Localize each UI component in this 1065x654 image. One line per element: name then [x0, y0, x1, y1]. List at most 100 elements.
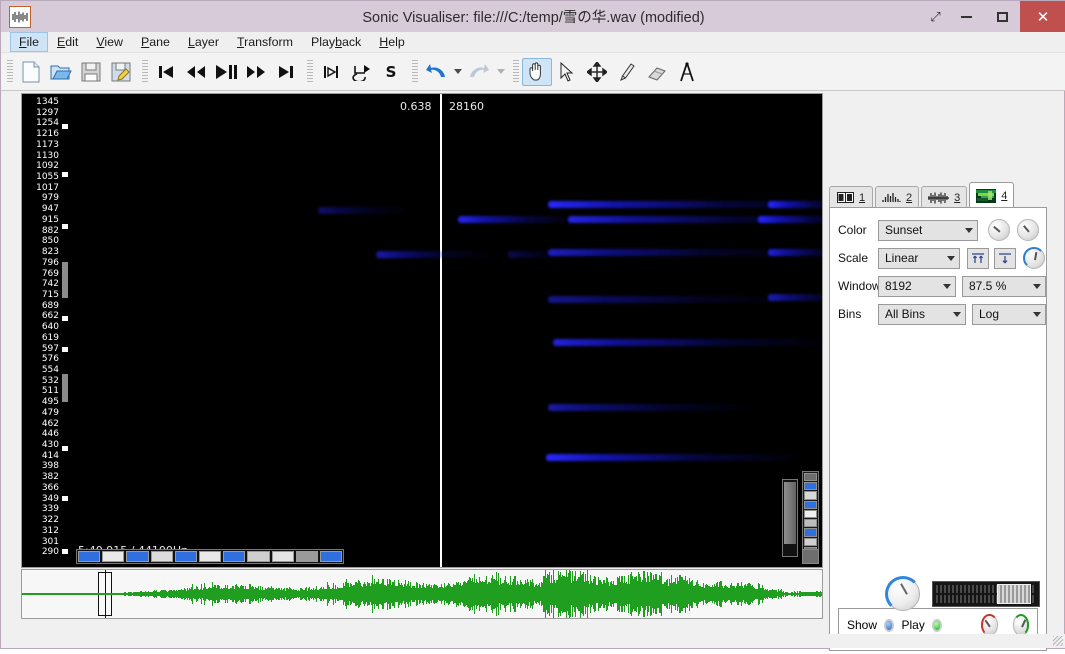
edit-move-tool-button[interactable] — [582, 58, 612, 86]
frequency-axis-label: 796 — [41, 257, 59, 268]
bins-select[interactable]: All Bins — [878, 303, 966, 325]
spectrogram-harmonic — [768, 294, 822, 301]
redo-icon — [470, 63, 489, 77]
frequency-axis-label: 290 — [41, 547, 59, 558]
frequency-axis-label: 312 — [41, 525, 59, 536]
play-toggle[interactable] — [931, 618, 943, 632]
property-row-bins: Bins All Bins Log — [830, 303, 1046, 325]
save-as-icon — [111, 62, 131, 81]
undo-history-dropdown[interactable] — [451, 58, 464, 86]
spectrogram-harmonic — [548, 296, 798, 303]
window-size-select[interactable]: 8192 — [878, 275, 956, 297]
window-overlap-select[interactable]: 87.5 % — [962, 275, 1046, 297]
tab-pane-1[interactable]: 1 — [829, 186, 873, 208]
tab-pane-3[interactable]: 3 — [921, 186, 968, 208]
toolbar-grip-tools[interactable] — [513, 59, 519, 84]
chevron-down-icon — [953, 311, 961, 317]
restore-window-button[interactable]: ⤢ — [922, 1, 948, 32]
select-tool-icon — [560, 61, 574, 82]
minimize-window-button[interactable] — [948, 1, 984, 32]
measure-tool-button[interactable] — [672, 58, 702, 86]
colour-scale-strip[interactable] — [802, 471, 819, 557]
main-area: 1345 1297 1254 1216 1173 1130 1092 1055 1017 979 9… — [1, 90, 1065, 651]
close-icon: ✕ — [1036, 8, 1050, 26]
frequency-scale-select[interactable]: Log — [972, 303, 1046, 325]
resize-grip[interactable] — [1053, 636, 1063, 646]
rewind-icon — [187, 65, 205, 78]
select-tool-button[interactable] — [552, 58, 582, 86]
menu-playback[interactable]: Playback — [302, 32, 370, 52]
spectrogram-harmonic — [768, 249, 822, 256]
rewind-to-start-icon — [159, 65, 173, 78]
undo-button[interactable] — [421, 58, 451, 86]
toolbar-grip-extras[interactable] — [307, 59, 313, 84]
menu-help[interactable]: Help — [370, 32, 414, 52]
rewind-to-start-button[interactable] — [151, 58, 181, 86]
menu-pane[interactable]: Pane — [132, 32, 179, 52]
solo-current-pane-button[interactable]: S — [376, 58, 406, 86]
forward-to-end-icon — [279, 65, 293, 78]
new-file-icon — [22, 61, 40, 82]
draw-tool-button[interactable] — [612, 58, 642, 86]
save-as-button[interactable] — [106, 58, 136, 86]
save-button[interactable] — [76, 58, 106, 86]
menu-file[interactable]: File — [10, 32, 48, 52]
tab-pane-2[interactable]: 2 — [875, 186, 920, 208]
scale-label: Scale — [838, 251, 869, 265]
jump-to-boundary-button[interactable] — [316, 58, 346, 86]
show-toggle[interactable] — [884, 618, 895, 632]
erase-tool-button[interactable] — [642, 58, 672, 86]
horizontal-zoom-slider[interactable] — [932, 581, 1040, 607]
fast-forward-button[interactable] — [241, 58, 271, 86]
overview-waveform[interactable] — [21, 569, 823, 619]
scale-select[interactable]: Linear — [878, 247, 960, 269]
frequency-axis-label: 495 — [41, 397, 59, 408]
toolbar-grip-history[interactable] — [412, 59, 418, 84]
toolbar-grip[interactable] — [7, 59, 13, 84]
menu-view[interactable]: View — [87, 32, 132, 52]
frequency-axis-label: 769 — [41, 268, 59, 279]
chevron-down-icon — [947, 255, 955, 261]
navigate-tool-button[interactable] — [522, 57, 552, 86]
menu-transform[interactable]: Transform — [228, 32, 302, 52]
threshold-knob[interactable] — [1017, 219, 1039, 241]
frequency-axis-label: 398 — [41, 461, 59, 472]
window-buttons: ⤢ ✕ — [922, 1, 1065, 32]
tab-pane-4[interactable]: 4 — [969, 182, 1015, 208]
horizontal-scrollbar[interactable] — [76, 549, 344, 564]
colour-rotation-knob[interactable] — [1023, 247, 1045, 269]
toolbar-grip-transport[interactable] — [142, 59, 148, 84]
frequency-axis: 1345 1297 1254 1216 1173 1130 1092 1055 1017 979 9… — [22, 94, 62, 567]
color-value: Sunset — [885, 223, 923, 237]
loop-playback-icon — [352, 64, 370, 81]
normalize-visible-area-button[interactable] — [994, 247, 1016, 269]
new-file-button[interactable] — [16, 58, 46, 86]
spectrogram-thumbnail-icon — [976, 188, 997, 203]
menu-edit[interactable]: Edit — [48, 32, 87, 52]
vertical-scrollbar[interactable] — [782, 479, 798, 557]
play-pause-button[interactable] — [211, 58, 241, 86]
spectrogram-pane[interactable]: 1345 1297 1254 1216 1173 1130 1092 1055 1017 979 9… — [21, 93, 823, 568]
jump-to-boundary-icon — [324, 65, 338, 78]
frequency-axis-label: 1130 — [36, 150, 59, 161]
zoom-knob[interactable] — [885, 576, 921, 612]
rewind-button[interactable] — [181, 58, 211, 86]
spectrogram-harmonic — [546, 454, 801, 461]
redo-history-dropdown[interactable] — [494, 58, 507, 86]
close-window-button[interactable]: ✕ — [1020, 1, 1065, 32]
forward-to-end-button[interactable] — [271, 58, 301, 86]
redo-button[interactable] — [464, 58, 494, 86]
normalize-columns-button[interactable] — [967, 247, 989, 269]
open-file-button[interactable] — [46, 58, 76, 86]
frequency-axis-label: 462 — [41, 418, 59, 429]
frequency-axis-label: 479 — [41, 407, 59, 418]
loop-playback-button[interactable] — [346, 58, 376, 86]
menu-layer[interactable]: Layer — [179, 32, 228, 52]
spectrogram-canvas[interactable]: 0.638 28160 5:40.915 / 44100Hz — [68, 94, 822, 567]
slider-thumb[interactable] — [997, 584, 1031, 604]
color-select[interactable]: Sunset — [878, 219, 978, 241]
maximize-window-button[interactable] — [984, 1, 1020, 32]
chevron-down-icon — [943, 283, 951, 289]
gain-knob[interactable] — [988, 219, 1010, 241]
playhead-line[interactable] — [440, 94, 442, 567]
